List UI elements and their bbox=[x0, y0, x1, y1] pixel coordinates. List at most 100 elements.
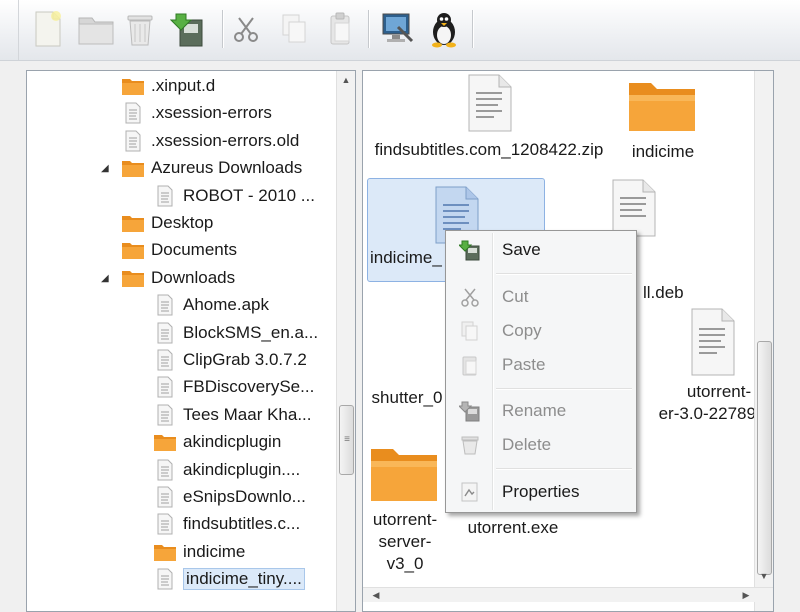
tree-scroll-thumb[interactable]: ≡ bbox=[339, 405, 354, 475]
tree-item[interactable]: Ahome.apk bbox=[153, 292, 269, 318]
copy-button[interactable] bbox=[274, 8, 314, 50]
menu-label: Save bbox=[502, 240, 541, 259]
tree-item-label: ClipGrab 3.0.7.2 bbox=[183, 350, 307, 369]
rename-icon bbox=[459, 401, 480, 422]
tree-item[interactable]: Azureus Downloads bbox=[121, 155, 302, 181]
folder-icon bbox=[122, 270, 144, 287]
text-file-icon-wrap bbox=[153, 485, 177, 509]
text-file-icon-wrap bbox=[153, 458, 177, 482]
file-item[interactable]: utorrent.exe bbox=[453, 517, 573, 547]
text-file-icon-wrap bbox=[121, 129, 145, 153]
menu-item-paste[interactable]: Paste bbox=[448, 349, 634, 381]
tree-item[interactable]: .xsession-errors bbox=[121, 100, 272, 126]
scroll-down-arrow-icon[interactable]: ▼ bbox=[755, 567, 773, 585]
menu-separator bbox=[496, 273, 632, 275]
toolbar-separator bbox=[368, 10, 370, 48]
text-file-icon bbox=[157, 486, 173, 508]
text-file-icon bbox=[157, 459, 173, 481]
tree-item[interactable]: BlockSMS_en.a... bbox=[153, 320, 318, 346]
tree-item-label: eSnipsDownlo... bbox=[183, 487, 306, 506]
expanded-triangle-icon[interactable]: ◢ bbox=[101, 163, 111, 174]
expanded-triangle-icon[interactable]: ◢ bbox=[101, 273, 111, 284]
cut-button[interactable] bbox=[226, 8, 266, 50]
computer-button[interactable] bbox=[378, 8, 418, 50]
text-file-icon bbox=[468, 74, 512, 132]
properties-icon bbox=[461, 482, 478, 502]
tree-item[interactable]: Tees Maar Kha... bbox=[153, 402, 312, 428]
tree-item[interactable]: .xinput.d bbox=[121, 73, 215, 99]
text-file-icon-wrap bbox=[153, 375, 177, 399]
tree-item[interactable]: .xsession-errors.old bbox=[121, 128, 299, 154]
tree-item[interactable]: akindicplugin bbox=[153, 429, 281, 455]
tree-item-label: indicime_tiny.... bbox=[183, 568, 305, 591]
toolbar bbox=[0, 0, 800, 61]
menu-item-delete[interactable]: Delete bbox=[448, 429, 634, 461]
paste-icon bbox=[330, 12, 350, 45]
tree-item[interactable]: ClipGrab 3.0.7.2 bbox=[153, 347, 307, 373]
folder-tree[interactable]: .xinput.d .xsession-errors .xsession-error… bbox=[26, 70, 356, 612]
tree-item[interactable]: Desktop bbox=[121, 210, 213, 236]
menu-separator bbox=[496, 468, 632, 470]
menu-item-properties[interactable]: Properties bbox=[448, 476, 634, 508]
menu-item-cut[interactable]: Cut bbox=[448, 281, 634, 313]
tree-item[interactable]: Downloads bbox=[121, 265, 235, 291]
context-menu: Save Cut Copy Paste Rename Delete Proper… bbox=[445, 230, 637, 513]
file-item[interactable]: utorrent- er-3.0-22789.t bbox=[625, 307, 771, 437]
tree-item[interactable]: eSnipsDownlo... bbox=[153, 484, 306, 510]
scroll-right-arrow-icon[interactable]: ▶ bbox=[737, 586, 755, 604]
folder-icon bbox=[122, 216, 144, 232]
files-scroll-thumb[interactable] bbox=[757, 341, 772, 575]
toolbar-separator bbox=[222, 10, 224, 48]
tree-item-label: BlockSMS_en.a... bbox=[183, 322, 319, 342]
tree-item[interactable]: indicime_tiny.... bbox=[153, 566, 305, 592]
menu-item-save[interactable]: Save bbox=[448, 234, 634, 266]
folder-icon-wrap bbox=[121, 266, 145, 290]
tree-item-label: .xsession-errors bbox=[151, 103, 272, 123]
grip-icon: ≡ bbox=[344, 434, 350, 445]
menu-item-rename[interactable]: Rename bbox=[448, 395, 634, 427]
trash-button[interactable] bbox=[120, 8, 160, 50]
tree-item[interactable]: akindicplugin.... bbox=[153, 457, 300, 483]
tree-item-label: Azureus Downloads bbox=[151, 158, 303, 178]
computer-icon bbox=[382, 13, 414, 43]
scroll-up-arrow-icon[interactable]: ▲ bbox=[337, 71, 355, 89]
tree-item-label: indicime bbox=[183, 541, 246, 561]
save-icon bbox=[459, 240, 480, 261]
tree-item[interactable]: ROBOT - 2010 ... bbox=[153, 183, 315, 209]
folder-icon bbox=[154, 544, 176, 561]
tree-item[interactable]: Documents bbox=[121, 237, 237, 263]
text-file-icon bbox=[612, 179, 656, 237]
file-name: utorrent- bbox=[686, 382, 752, 401]
folder-icon-wrap bbox=[153, 540, 177, 564]
text-file-icon bbox=[691, 308, 735, 376]
file-item[interactable]: findsubtitles.com_1208422.zip bbox=[369, 73, 609, 175]
text-file-icon-wrap bbox=[153, 512, 177, 536]
folder-item[interactable]: utorrent- server- v3_0 bbox=[365, 439, 445, 589]
save-button[interactable] bbox=[168, 8, 208, 50]
paste-button[interactable] bbox=[320, 8, 360, 50]
folder-icon bbox=[629, 83, 695, 131]
tree-item[interactable]: findsubtitles.c... bbox=[153, 511, 300, 537]
tree-item[interactable]: FBDiscoverySe... bbox=[153, 374, 314, 400]
file-name-line2: er-3.0-22789.t bbox=[658, 404, 766, 423]
tree-vertical-scrollbar[interactable]: ▲ ≡ bbox=[336, 71, 355, 611]
menu-label: Properties bbox=[502, 482, 580, 501]
paste-icon bbox=[462, 356, 477, 376]
files-vertical-scrollbar[interactable]: ▼ bbox=[754, 71, 773, 611]
text-file-icon-wrap bbox=[153, 567, 177, 591]
folder-item[interactable]: indicime bbox=[613, 73, 713, 175]
linux-button[interactable] bbox=[424, 8, 464, 50]
open-folder-button[interactable] bbox=[76, 8, 116, 50]
text-file-icon bbox=[157, 404, 173, 426]
text-file-icon bbox=[125, 102, 141, 124]
file-item[interactable]: shutter_0 bbox=[367, 387, 447, 417]
new-file-button[interactable] bbox=[28, 8, 68, 50]
folder-icon-wrap bbox=[121, 74, 145, 98]
tree-item-label: .xinput.d bbox=[151, 76, 216, 95]
menu-label: Copy bbox=[502, 321, 542, 340]
tree-item[interactable]: indicime bbox=[153, 539, 245, 565]
text-file-icon-wrap bbox=[121, 101, 145, 125]
menu-item-copy[interactable]: Copy bbox=[448, 315, 634, 347]
scroll-left-arrow-icon[interactable]: ◀ bbox=[367, 586, 385, 604]
copy-icon bbox=[461, 321, 478, 341]
